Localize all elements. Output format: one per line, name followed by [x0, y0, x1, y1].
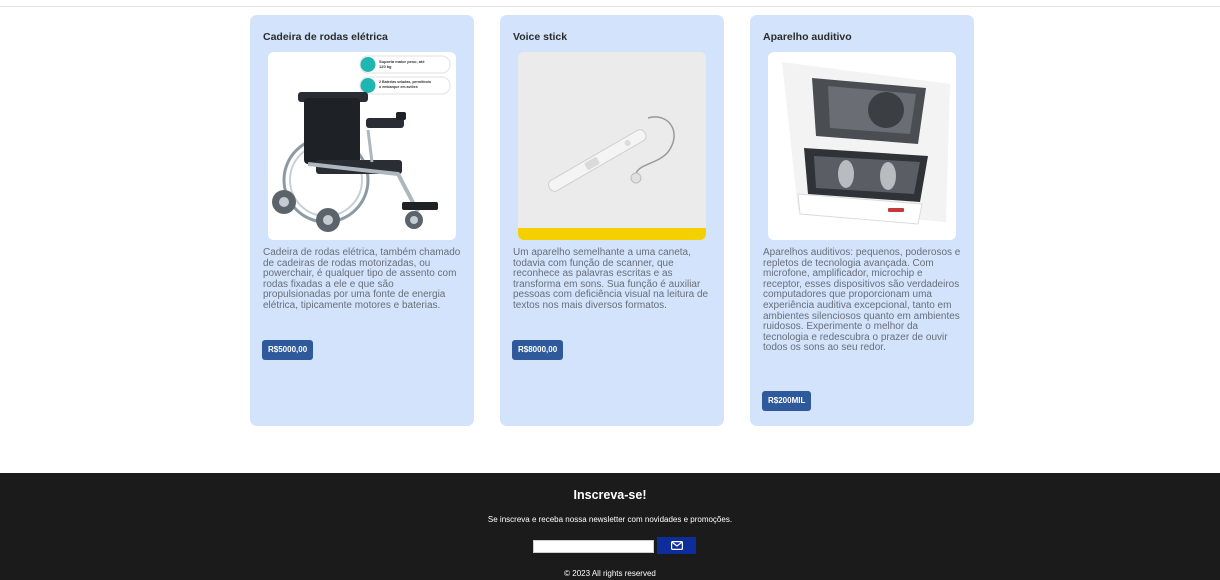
product-description: Um aparelho semelhante a uma caneta, tod…: [513, 247, 709, 311]
newsletter-form: [533, 537, 696, 554]
svg-text:o embarque em aviões: o embarque em aviões: [379, 85, 418, 89]
product-card-voice-stick: Voice stick Um aparelho semelhante a uma…: [500, 15, 724, 426]
svg-text:2 Baterias seladas, permitindo: 2 Baterias seladas, permitindo: [379, 80, 432, 84]
voice-stick-illustration: [518, 52, 706, 240]
wheelchair-illustration: Suporta maior peso, até 120 kg 2 Bateria…: [272, 55, 451, 232]
voice-stick-image: [518, 52, 706, 240]
email-input[interactable]: [533, 540, 654, 553]
envelope-icon: [670, 541, 683, 550]
product-card-hearing-aid: Aparelho auditivo Aparelhos auditivos: p…: [750, 15, 974, 426]
wheelchair-image: Suporta maior peso, até 120 kg 2 Bateria…: [268, 52, 456, 240]
top-divider: [0, 6, 1220, 7]
product-grid: Cadeira de rodas elétrica Suporta maior …: [250, 15, 975, 426]
hearing-aid-illustration: [782, 62, 950, 225]
copyright-text: © 2023 All rights reserved: [564, 569, 656, 578]
newsletter-subtitle: Se inscreva e receba nossa newsletter co…: [487, 515, 733, 524]
product-title: Cadeira de rodas elétrica: [263, 31, 388, 43]
product-description: Cadeira de rodas elétrica, também chamad…: [263, 247, 461, 311]
price-button[interactable]: R$5000,00: [262, 340, 314, 360]
newsletter-title: Inscreva-se!: [573, 488, 647, 502]
product-title: Aparelho auditivo: [763, 31, 852, 43]
price-button[interactable]: R$8000,00: [512, 340, 564, 360]
hearing-aid-image: [768, 52, 956, 240]
product-description: Aparelhos auditivos: pequenos, poderosos…: [763, 247, 961, 354]
svg-text:120 kg: 120 kg: [379, 64, 392, 69]
product-title: Voice stick: [513, 31, 568, 43]
price-button[interactable]: R$200MIL: [762, 391, 812, 411]
send-button[interactable]: [657, 537, 696, 554]
newsletter-footer: Inscreva-se! Se inscreva e receba nossa …: [0, 473, 1220, 580]
product-card-wheelchair: Cadeira de rodas elétrica Suporta maior …: [250, 15, 474, 426]
